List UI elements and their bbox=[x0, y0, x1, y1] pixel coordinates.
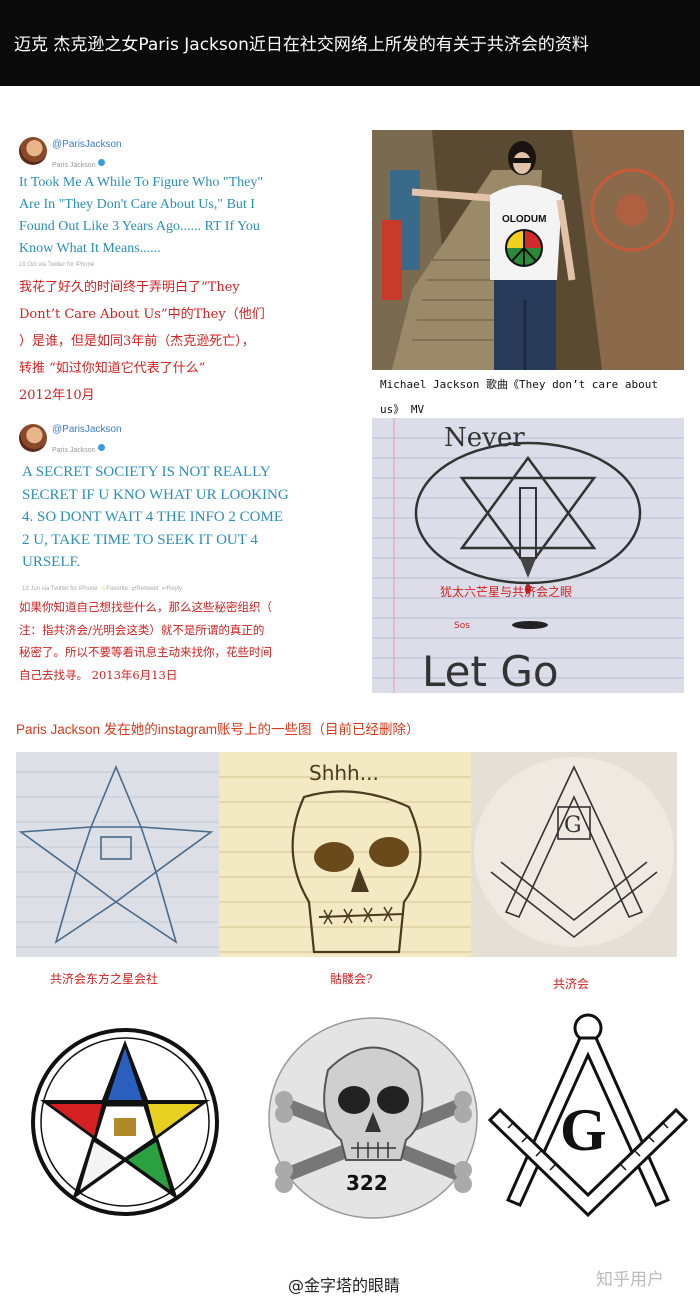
eastern-star-svg bbox=[31, 1028, 219, 1216]
square-compass-emblem: G bbox=[487, 1010, 689, 1230]
label-freemasons: 共济会 bbox=[553, 977, 590, 991]
retweet-link[interactable]: Retweet bbox=[136, 586, 158, 592]
shirt-text: OLODUM bbox=[502, 214, 546, 225]
tweet-text: It Took Me A While To Figure Who "They" … bbox=[19, 172, 349, 260]
translation-line: 我花了好久的时间终于弄明白了“They bbox=[19, 280, 240, 295]
tweet-translation: 我花了好久的时间终于弄明白了“They Dont’t Care About Us… bbox=[19, 274, 349, 409]
weibo-watermark: @金字塔的眼睛 bbox=[288, 1276, 401, 1295]
translation-line: 自己去找寻。 2013年6月13日 bbox=[19, 667, 178, 682]
avatar bbox=[19, 137, 47, 165]
twitter-name: Paris Jackson bbox=[52, 162, 96, 169]
tweet-line: A SECRET SOCIETY IS NOT REALLY bbox=[22, 464, 271, 480]
reply-link[interactable]: Reply bbox=[167, 586, 182, 592]
mason-letter: G bbox=[560, 1097, 607, 1163]
verified-icon bbox=[97, 159, 105, 166]
photo-caption: Michael Jackson 歌曲《They don’t care about… bbox=[380, 378, 659, 416]
overlay-small-text: Sos bbox=[454, 621, 470, 631]
avatar bbox=[19, 424, 47, 452]
tweet-line: SECRET IF U KNO WHAT UR LOOKING bbox=[22, 486, 289, 503]
tweet-line: It Took Me A While To Figure Who "They" bbox=[19, 175, 264, 190]
skull-number: 322 bbox=[346, 1171, 388, 1195]
twitter-handle: @ParisJackson bbox=[52, 139, 122, 150]
skull-bones-emblem: 322 bbox=[266, 1010, 480, 1230]
tweet-meta: 19 Oct via Twitter for iPhone bbox=[19, 262, 95, 268]
tweet-line: 4. SO DONT WAIT 4 THE INFO 2 COME bbox=[22, 509, 283, 525]
twitter-name: Paris Jackson bbox=[52, 447, 96, 454]
eastern-star-emblem bbox=[18, 1010, 232, 1230]
section-title: Paris Jackson 发在她的instagram账号上的一些图（目前已经删… bbox=[16, 722, 420, 737]
pentagram-sketch bbox=[16, 752, 219, 957]
let-go-text: Let Go bbox=[422, 647, 559, 693]
translation-line: 如果你知道自己想找些什么，那么这些秘密组织（ bbox=[19, 600, 272, 614]
tweet-translation: 如果你知道自己想找些什么，那么这些秘密组织（ 注：指共济会/光明会这类）就不是所… bbox=[19, 596, 359, 686]
skull-drawing: Shhh... bbox=[219, 761, 471, 954]
label-skull-bones: 骷髅会? bbox=[330, 972, 373, 986]
translation-line: 转推 “如过你知道它代表了什么” bbox=[19, 361, 206, 376]
favorite-link[interactable]: Favorite bbox=[106, 586, 128, 592]
translation-line: 2012年10月 bbox=[19, 388, 95, 403]
skull-sketch: Shhh... bbox=[219, 752, 471, 957]
translation-line: 注：指共济会/光明会这类）就不是所谓的真正的 bbox=[19, 622, 265, 637]
tweet-meta-row: 13 Jun via Twitter for iPhone ☆Favorite … bbox=[22, 585, 182, 592]
star-of-david-drawing: Never 犹太六芒星与共济会之眼 Sos Let Go bbox=[372, 418, 684, 693]
translation-line: Dont’t Care About Us”中的They（他们 bbox=[19, 307, 265, 322]
translation-line: ）是谁，但是如同3年前（杰克逊死亡）， bbox=[19, 334, 255, 349]
tweet-line: 2 U, TAKE TIME TO SEEK IT OUT 4 bbox=[22, 531, 258, 548]
twitter-name-row: Paris Jackson bbox=[52, 152, 105, 171]
label-eastern-star: 共济会东方之星会社 bbox=[50, 972, 159, 986]
square-compass-svg: G bbox=[487, 1013, 689, 1218]
mv-scene: OLODUM bbox=[372, 130, 684, 370]
square-compass-drawing: G bbox=[474, 757, 674, 947]
tweet-line: URSELF. bbox=[22, 554, 81, 570]
mason-letter-sketch: G bbox=[564, 813, 582, 838]
verified-icon bbox=[97, 444, 105, 451]
tweet-line: Know What It Means...... bbox=[19, 241, 161, 256]
tweet-text: A SECRET SOCIETY IS NOT REALLY SECRET IF… bbox=[22, 461, 352, 574]
twitter-name-row: Paris Jackson bbox=[52, 437, 105, 456]
shhh-text: Shhh... bbox=[309, 761, 379, 785]
overlay-red-text: 犹太六芒星与共济会之眼 bbox=[440, 584, 572, 599]
twitter-handle: @ParisJackson bbox=[52, 424, 122, 435]
mv-photo: OLODUM bbox=[372, 130, 684, 370]
pentagram-drawing bbox=[16, 764, 219, 948]
page-title: 迈克 杰克逊之女Paris Jackson近日在社交网络上所发的有关于共济会的资… bbox=[14, 35, 589, 55]
masonic-sketch: G bbox=[471, 752, 677, 957]
translation-line: 秘密了。所以不要等着讯息主动来找你，花些时间 bbox=[19, 645, 272, 659]
never-let-go-photo: Never 犹太六芒星与共济会之眼 Sos Let Go bbox=[372, 418, 684, 693]
tweet-line: Found Out Like 3 Years Ago...... RT If Y… bbox=[19, 219, 260, 234]
tweet-line: Are In "They Don't Care About Us," But I bbox=[19, 197, 255, 212]
skull-bones-svg: 322 bbox=[268, 1017, 478, 1219]
zhihu-watermark: 知乎用户 bbox=[596, 1270, 664, 1290]
tweet-meta: 13 Jun via Twitter for iPhone bbox=[22, 586, 98, 592]
